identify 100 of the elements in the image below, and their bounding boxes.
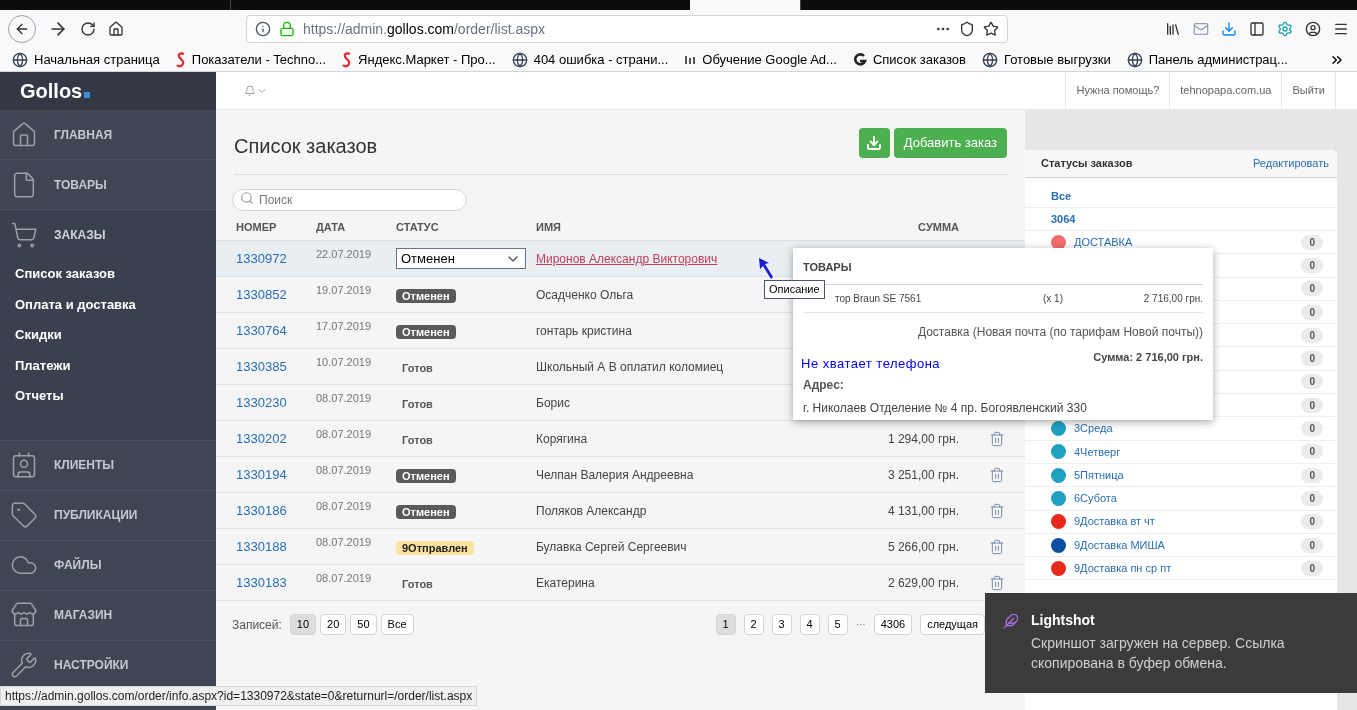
per-page-button[interactable]: Все bbox=[380, 614, 414, 635]
header-link[interactable]: Выйти bbox=[1281, 72, 1335, 109]
customer-name-link[interactable]: Миронов Александр Викторович bbox=[536, 249, 718, 268]
export-button[interactable] bbox=[858, 128, 890, 158]
customer-name-link[interactable]: Поляков Александр bbox=[536, 501, 647, 520]
bookmark-link[interactable]: Яндекс.Маркет - Про... bbox=[342, 49, 496, 70]
page-button[interactable]: 3 bbox=[771, 614, 792, 635]
page-button[interactable]: 4306 bbox=[873, 614, 913, 635]
notifications-button[interactable] bbox=[244, 84, 268, 97]
home-icon[interactable] bbox=[108, 21, 124, 37]
bookmark-link[interactable]: Показатели - Techno... bbox=[175, 49, 327, 70]
table-row[interactable]: 1330186 08.07.2019 Отменен Поляков Александр 4 131,00 грн. bbox=[216, 493, 1025, 529]
star-icon[interactable] bbox=[983, 21, 999, 37]
count-badge: 0 bbox=[1301, 490, 1323, 506]
order-number-link[interactable]: 1330385 bbox=[236, 356, 287, 377]
account-icon[interactable] bbox=[1305, 21, 1321, 37]
sidebar-item[interactable]: ТОВАРЫ bbox=[0, 160, 216, 209]
sum-text: 5 266,00 грн. bbox=[887, 538, 959, 556]
customer-name-link[interactable]: Екатерина bbox=[536, 573, 595, 592]
sidebar-item[interactable]: МАГАЗИН bbox=[0, 590, 216, 640]
order-number-link[interactable]: 1330194 bbox=[236, 464, 287, 485]
header-link[interactable]: Нужна помощь? bbox=[1065, 72, 1170, 109]
download-icon bbox=[866, 135, 883, 151]
status-link[interactable]: 3Среда bbox=[1074, 420, 1113, 437]
globe-icon bbox=[981, 51, 998, 68]
submenu-link[interactable]: Оплата и доставка bbox=[15, 294, 201, 314]
edit-link[interactable]: Редактировать bbox=[1253, 155, 1329, 172]
download-icon[interactable] bbox=[1221, 21, 1237, 37]
menu-icon[interactable] bbox=[1333, 21, 1349, 37]
customer-name-link[interactable]: Осадченко Ольга bbox=[536, 285, 634, 304]
customer-name-link[interactable]: Школьный А В оплатил коломиец bbox=[536, 357, 724, 376]
order-number-link[interactable]: 1330230 bbox=[236, 392, 287, 413]
per-page-button[interactable]: 50 bbox=[350, 614, 377, 635]
per-page-button[interactable]: 20 bbox=[320, 614, 347, 635]
status-link[interactable]: ДОСТАВКА bbox=[1074, 233, 1133, 251]
date-text: 17.07.2019 bbox=[316, 319, 372, 335]
submenu-link[interactable]: Отчеты bbox=[15, 386, 201, 406]
total-text: Сумма: 2 716,00 грн. bbox=[1093, 349, 1203, 365]
sidebar-item[interactable]: КЛИЕНТЫ bbox=[0, 440, 216, 490]
bookmark-link[interactable]: 404 ошибка - страни... bbox=[511, 49, 669, 70]
customer-name-link[interactable]: Булавка Сергей Сергеевич bbox=[536, 537, 687, 556]
order-number-link[interactable]: 1330183 bbox=[236, 572, 287, 593]
status-link[interactable]: 6Субота bbox=[1074, 490, 1117, 507]
page-button[interactable]: 4 bbox=[799, 614, 820, 635]
customer-name-link[interactable]: Борис bbox=[536, 393, 570, 412]
per-page-button[interactable]: 10 bbox=[289, 614, 317, 635]
sidebar-item[interactable]: ЗАКАЗЫ bbox=[0, 210, 216, 259]
delete-icon[interactable] bbox=[989, 466, 1005, 483]
order-number-link[interactable]: 1330186 bbox=[236, 500, 287, 521]
delete-icon[interactable] bbox=[989, 430, 1005, 447]
status-link[interactable]: 9Доставка вт чт bbox=[1074, 513, 1155, 530]
table-row[interactable]: 1330188 08.07.2019 9Отправлен Булавка Сергей Сергеевич 5 266,00 грн. bbox=[216, 529, 1025, 565]
date-text: 19.07.2019 bbox=[316, 283, 372, 299]
order-number-link[interactable]: 1330202 bbox=[236, 428, 287, 449]
status-filter-link[interactable]: Все bbox=[1051, 187, 1072, 205]
status-link[interactable]: 4Четверг bbox=[1074, 443, 1121, 461]
bookmark-link[interactable]: Панель администрац... bbox=[1126, 49, 1288, 70]
order-number-link[interactable]: 1330764 bbox=[236, 320, 287, 341]
status-select[interactable]: Отменен bbox=[396, 248, 526, 269]
gear-icon[interactable] bbox=[1277, 21, 1293, 37]
order-number-link[interactable]: 1330972 bbox=[236, 248, 287, 269]
submenu-link[interactable]: Платежи bbox=[15, 355, 201, 375]
status-link[interactable]: 9Доставка пн ср пт bbox=[1074, 560, 1172, 577]
customer-name-link[interactable]: Челпан Валерия Андреевна bbox=[536, 465, 694, 484]
date-text: 08.07.2019 bbox=[316, 391, 372, 407]
page-button[interactable]: 2 bbox=[743, 614, 764, 635]
next-page-button[interactable]: следущая bbox=[920, 614, 985, 635]
order-number-link[interactable]: 1330188 bbox=[236, 536, 287, 557]
reload-icon[interactable] bbox=[80, 21, 96, 37]
page-button[interactable]: 5 bbox=[827, 614, 848, 635]
bookmark-link[interactable]: Готовые выгрузки bbox=[981, 49, 1111, 70]
table-row[interactable]: 1330202 08.07.2019 Готов Корягина 1 294,00 грн. bbox=[216, 421, 1025, 457]
bookmark-link[interactable]: Обучение Google Ad... bbox=[684, 49, 837, 70]
sidebar-item[interactable]: ГЛАВНАЯ bbox=[0, 110, 216, 159]
sidebar-item[interactable]: ПУБЛИКАЦИИ bbox=[0, 490, 216, 540]
url-field[interactable]: https://admin.gollos.com/order/list.aspx bbox=[246, 15, 1008, 43]
globe-icon bbox=[12, 51, 28, 68]
submenu-link[interactable]: Скидки bbox=[15, 325, 201, 345]
customer-name-link[interactable]: Корягина bbox=[536, 429, 588, 448]
status-link[interactable]: 9Доставка МИША bbox=[1074, 536, 1165, 554]
page-button[interactable]: 1 bbox=[715, 614, 736, 635]
customer-name-link[interactable]: гонтарь кристина bbox=[536, 321, 632, 340]
sidebar-icon[interactable] bbox=[1249, 21, 1265, 37]
submenu-link[interactable]: Список заказов bbox=[15, 264, 201, 284]
header-link[interactable]: tehnopapa.com.ua bbox=[1169, 72, 1282, 109]
status-filter-link[interactable]: 3064 bbox=[1051, 210, 1076, 228]
delete-icon[interactable] bbox=[989, 574, 1005, 591]
delete-icon[interactable] bbox=[989, 502, 1005, 519]
sidebar-item[interactable]: ФАЙЛЫ bbox=[0, 540, 216, 590]
library-icon[interactable] bbox=[1165, 21, 1181, 37]
delete-icon[interactable] bbox=[989, 538, 1005, 555]
status-link[interactable]: 5Пятница bbox=[1074, 466, 1124, 484]
order-number-link[interactable]: 1330852 bbox=[236, 284, 287, 305]
bookmark-link[interactable]: Список заказов bbox=[852, 49, 966, 70]
search-field[interactable]: Поиск bbox=[232, 189, 467, 211]
table-row[interactable]: 1330194 08.07.2019 Отменен Челпан Валерия Андреевна 3 251,00 грн. bbox=[216, 457, 1025, 493]
shield-icon[interactable] bbox=[959, 21, 975, 37]
bookmark-link[interactable]: Начальная страница bbox=[12, 49, 160, 70]
status-label: Готов bbox=[402, 577, 433, 590]
sidebar-item[interactable]: НАСТРОЙКИ bbox=[0, 640, 216, 690]
